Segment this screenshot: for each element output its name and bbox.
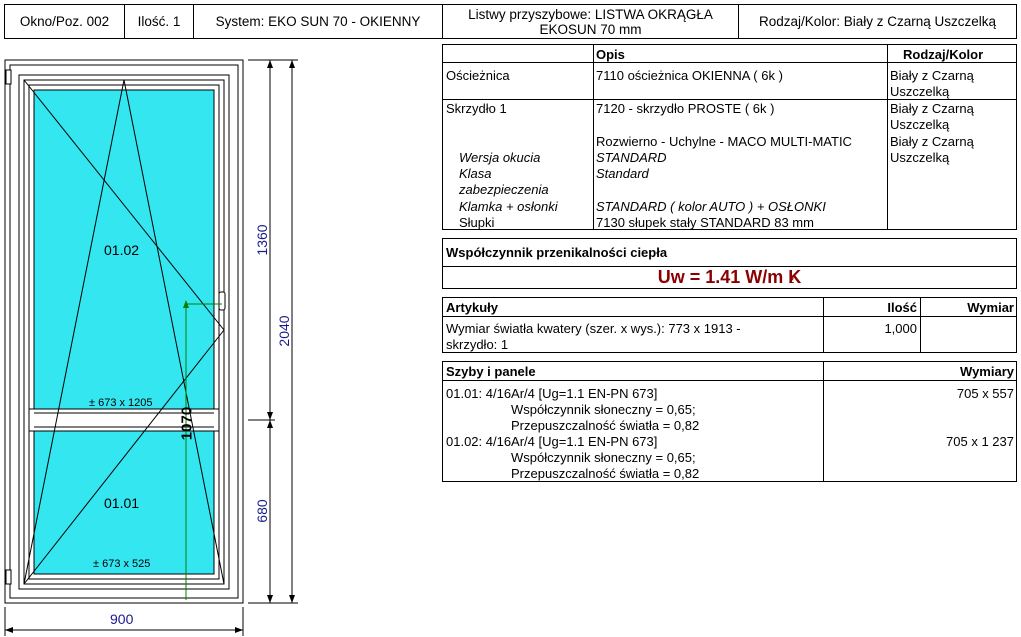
glass1-line2: Współczynnik słoneczny = 0,65; bbox=[511, 402, 696, 417]
row-frame-color2: Uszczelką bbox=[890, 84, 950, 99]
articles-dim-header: Wymiar bbox=[967, 300, 1014, 315]
articles-header: Artykuły bbox=[446, 300, 499, 315]
listwy-line1: Listwy przyszybowe: LISTWA OKRĄGŁA bbox=[468, 6, 713, 22]
klamka-label: Klamka + osłonki bbox=[459, 199, 558, 214]
glass1-dim: 705 x 557 bbox=[956, 386, 1014, 401]
handle-height-label: 1070 bbox=[178, 406, 196, 441]
listwy-cell: Listwy przyszybowe: LISTWA OKRĄGŁA EKOSU… bbox=[442, 4, 739, 39]
height-lower-label: 680 bbox=[254, 499, 270, 523]
thermal-value-wrap: Uw = 1.41 W/m K bbox=[443, 266, 1016, 288]
quantity-cell: Ilość. 1 bbox=[124, 4, 194, 39]
articles-qty-header: Ilość bbox=[887, 300, 917, 315]
klasa-label: Klasa bbox=[459, 166, 492, 181]
position-cell: Okno/Poz. 002 bbox=[4, 4, 125, 39]
system-label: System: EKO SUN 70 - OKIENNY bbox=[215, 14, 421, 29]
color-cell: Rodzaj/Kolor: Biały z Czarną Uszczelką bbox=[738, 4, 1017, 39]
width-dim-label: 900 bbox=[110, 611, 134, 627]
height-upper-label: 1360 bbox=[254, 224, 270, 256]
row-fittings-opis: Rozwierno - Uchylne - MACO MULTI-MATIC bbox=[596, 134, 852, 149]
row-sash-name: Skrzydło 1 bbox=[446, 101, 507, 116]
glass2-line1: 01.02: 4/16Ar/4 [Ug=1.1 EN-PN 673] bbox=[446, 434, 658, 449]
hinge-bottom-icon bbox=[5, 569, 12, 585]
row-frame-name: Ościeżnica bbox=[446, 68, 510, 83]
row-sash-color1: Biały z Czarną bbox=[890, 101, 974, 116]
slupki-label: Słupki bbox=[459, 215, 495, 230]
thermal-table: Współczynnik przenikalności ciepła Uw = … bbox=[442, 238, 1017, 289]
row-fittings-color1: Biały z Czarną bbox=[890, 134, 974, 149]
glass1-line3: Przepuszczalność światła = 0,82 bbox=[511, 418, 700, 433]
article-row-qty: 1,000 bbox=[884, 321, 917, 336]
window-drawing bbox=[4, 59, 298, 636]
thermal-value: Uw = 1.41 W/m K bbox=[657, 267, 802, 287]
klamka-value: STANDARD ( kolor AUTO ) + OSŁONKI bbox=[596, 199, 826, 214]
thermal-title: Współczynnik przenikalności ciepła bbox=[446, 245, 668, 260]
glass-table: Szyby i panele Wymiary 01.01: 4/16Ar/4 [… bbox=[442, 361, 1017, 482]
glass2-line3: Przepuszczalność światła = 0,82 bbox=[511, 466, 700, 481]
col-header-opis: Opis bbox=[596, 47, 625, 62]
pane-dim-lower: ± 673 x 525 bbox=[93, 558, 151, 570]
row-frame-color1: Biały z Czarną bbox=[890, 68, 974, 83]
thermal-sup: 2 bbox=[789, 275, 795, 285]
col-header-rodzaj: Rodzaj/Kolor bbox=[903, 47, 984, 62]
klasa-label-2: zabezpieczenia bbox=[459, 182, 549, 197]
wersja-value: STANDARD bbox=[596, 150, 667, 165]
description-table: Opis Rodzaj/Kolor Ościeżnica 7110 oścież… bbox=[442, 44, 1017, 230]
pane-label-upper: 01.02 bbox=[104, 242, 140, 258]
glass2-line2: Współczynnik słoneczny = 0,65; bbox=[511, 450, 696, 465]
glass2-dim: 705 x 1 237 bbox=[946, 434, 1014, 449]
position-label: Okno/Poz. 002 bbox=[19, 14, 110, 29]
article-row-line1: Wymiar światła kwatery (szer. x wys.): 7… bbox=[446, 321, 741, 336]
slupki-value: 7130 słupek stały STANDARD 83 mm bbox=[596, 215, 814, 230]
article-row-line2: skrzydło: 1 bbox=[446, 337, 509, 352]
handle-icon bbox=[218, 291, 226, 311]
row-frame-opis: 7110 ościeżnica OKIENNA ( 6k ) bbox=[596, 68, 783, 83]
height-total-label: 2040 bbox=[276, 315, 292, 347]
glass1-line1: 01.01: 4/16Ar/4 [Ug=1.1 EN-PN 673] bbox=[446, 386, 658, 401]
row-sash-opis: 7120 - skrzydło PROSTE ( 6k ) bbox=[596, 101, 775, 116]
quantity-label: Ilość. 1 bbox=[137, 14, 181, 29]
hinge-top-icon bbox=[5, 69, 12, 85]
pane-dim-upper: ± 673 x 1205 bbox=[89, 397, 153, 409]
system-cell: System: EKO SUN 70 - OKIENNY bbox=[193, 4, 443, 39]
pane-label-lower: 01.01 bbox=[104, 495, 140, 511]
listwy-line2: EKOSUN 70 mm bbox=[539, 21, 642, 37]
glass-header: Szyby i panele bbox=[446, 364, 536, 379]
wersja-label: Wersja okucia bbox=[459, 150, 541, 165]
color-label: Rodzaj/Kolor: Biały z Czarną Uszczelką bbox=[758, 14, 997, 29]
klasa-value: Standard bbox=[596, 166, 649, 181]
glass-dim-header: Wymiary bbox=[960, 364, 1014, 379]
row-fittings-color2: Uszczelką bbox=[890, 150, 950, 165]
articles-table: Artykuły Ilość Wymiar Wymiar światła kwa… bbox=[442, 297, 1017, 353]
row-sash-color2: Uszczelką bbox=[890, 117, 950, 132]
